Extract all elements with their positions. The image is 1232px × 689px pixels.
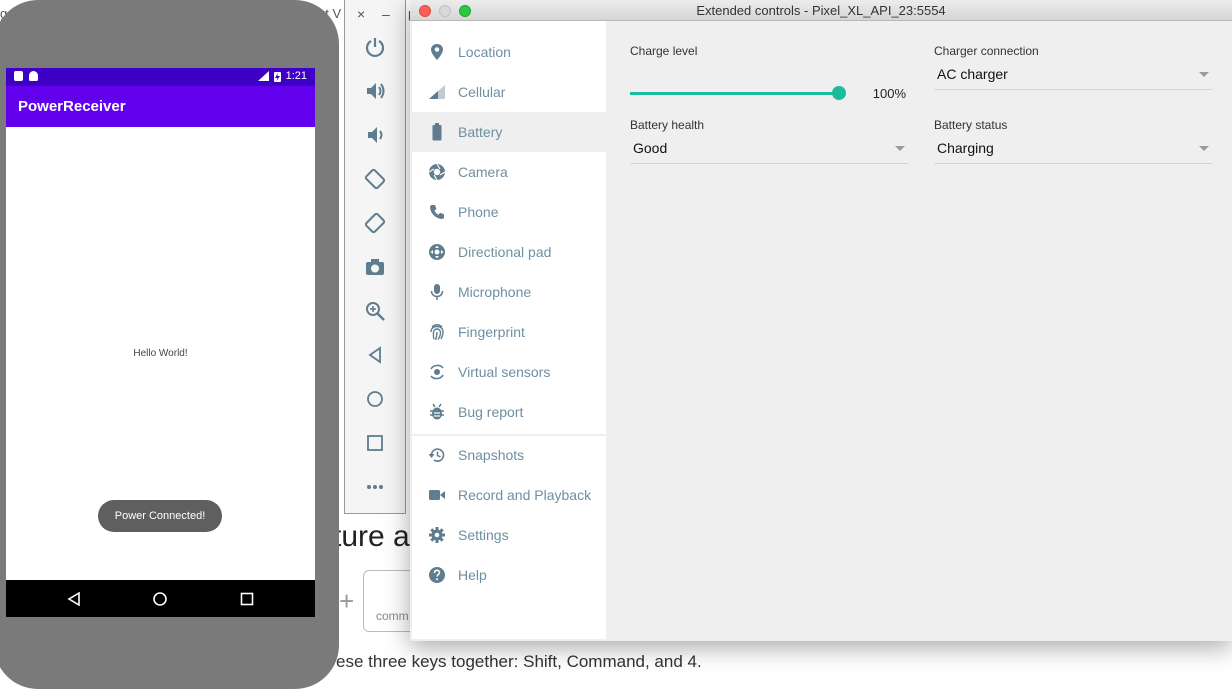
sidebar-item-label: Directional pad — [458, 244, 552, 260]
chevron-down-icon — [1199, 72, 1209, 77]
help-icon — [428, 566, 446, 584]
sidebar-item-phone[interactable]: Phone — [412, 192, 606, 232]
sidebar-item-snapshots[interactable]: Snapshots — [412, 435, 606, 475]
fingerprint-icon — [428, 323, 446, 341]
slider-thumb[interactable] — [832, 86, 846, 100]
background-instruction-fragment: ese three keys together: Shift, Command,… — [336, 652, 702, 671]
close-emulator-button[interactable]: × — [357, 6, 365, 22]
video-camera-icon — [428, 486, 446, 504]
background-keycap-label: comm — [376, 609, 409, 623]
sidebar-item-label: Record and Playback — [458, 487, 592, 503]
battery-health-value: Good — [633, 140, 668, 156]
power-icon[interactable] — [361, 33, 389, 61]
phone-icon — [428, 203, 446, 221]
gear-icon — [428, 526, 446, 544]
sidebar-item-label: Help — [458, 567, 487, 583]
nav-back-icon[interactable] — [64, 589, 84, 609]
dropdown-underline — [934, 163, 1212, 164]
sidebar-item-settings[interactable]: Settings — [412, 515, 606, 555]
sidebar-item-battery[interactable]: Battery — [412, 112, 606, 152]
camera-icon[interactable] — [361, 253, 389, 281]
sidebar-item-label: Location — [458, 44, 511, 60]
minimize-emulator-button[interactable]: – — [382, 6, 390, 22]
more-icon[interactable] — [361, 473, 389, 501]
sidebar-item-fingerprint[interactable]: Fingerprint — [412, 312, 606, 352]
rotate-left-icon[interactable] — [361, 165, 389, 193]
status-bar: 1:21 — [6, 68, 315, 86]
navigation-bar — [6, 580, 315, 617]
sidebar-item-bug-report[interactable]: Bug report — [412, 392, 606, 432]
sidebar-item-record-and-playback[interactable]: Record and Playback — [412, 475, 606, 515]
sidebar-item-label: Fingerprint — [458, 324, 525, 340]
location-pin-icon — [428, 43, 446, 61]
app-title: PowerReceiver — [6, 86, 315, 127]
battery-status-value: Charging — [937, 140, 994, 156]
dpad-icon — [428, 243, 446, 261]
sd-card-icon — [14, 71, 23, 81]
status-time: 1:21 — [285, 70, 307, 82]
minimize-window-button[interactable] — [439, 5, 451, 17]
battery-panel: Charge level 100% Charger connection AC … — [606, 21, 1232, 641]
microphone-icon — [428, 283, 446, 301]
sidebar-item-label: Microphone — [458, 284, 532, 300]
close-window-button[interactable] — [419, 5, 431, 17]
sidebar-item-cellular[interactable]: Cellular — [412, 72, 606, 112]
sidebar-item-virtual-sensors[interactable]: Virtual sensors — [412, 352, 606, 392]
slider-track[interactable] — [630, 92, 844, 95]
sidebar-item-label: Camera — [458, 164, 508, 180]
overview-icon[interactable] — [361, 429, 389, 457]
battery-status-label: Battery status — [934, 118, 1008, 132]
sidebar-item-label: Bug report — [458, 404, 524, 420]
home-icon[interactable] — [361, 385, 389, 413]
charger-connection-value: AC charger — [937, 66, 1008, 82]
background-plus-sign: + — [339, 586, 355, 616]
sidebar-item-location[interactable]: Location — [412, 32, 606, 72]
charge-level-label: Charge level — [630, 44, 698, 58]
emulator-device-frame: 1:21 PowerReceiver Hello World! Power Co… — [0, 0, 339, 689]
nav-overview-icon[interactable] — [237, 589, 257, 609]
chevron-down-icon — [895, 146, 905, 151]
emulator-toolbar: × – — [344, 0, 406, 514]
window-title: Extended controls - Pixel_XL_API_23:5554 — [696, 3, 946, 18]
zoom-icon[interactable] — [361, 297, 389, 325]
dropdown-underline — [934, 89, 1212, 90]
extended-controls-window: Extended controls - Pixel_XL_API_23:5554… — [410, 0, 1232, 641]
charger-connection-label: Charger connection — [934, 44, 1039, 58]
bug-icon — [428, 403, 446, 421]
battery-charging-icon — [273, 71, 281, 82]
sidebar-item-label: Battery — [458, 124, 503, 140]
zoom-window-button[interactable] — [459, 5, 471, 17]
toast-message: Power Connected! — [98, 500, 222, 532]
sidebar-item-label: Cellular — [458, 84, 506, 100]
hello-world-text: Hello World! — [133, 348, 188, 359]
camera-aperture-icon — [428, 163, 446, 181]
history-icon — [428, 446, 446, 464]
charge-level-value: 100% — [872, 86, 906, 101]
volume-up-icon[interactable] — [361, 77, 389, 105]
battery-icon — [428, 123, 446, 141]
back-icon[interactable] — [361, 341, 389, 369]
battery-health-label: Battery health — [630, 118, 705, 132]
background-heading-fragment: ture a — [333, 520, 410, 553]
sidebar-item-label: Settings — [458, 527, 509, 543]
sidebar-item-directional-pad[interactable]: Directional pad — [412, 232, 606, 272]
sidebar-item-label: Snapshots — [458, 447, 525, 463]
signal-icon — [257, 71, 269, 81]
sidebar-item-label: Phone — [458, 204, 499, 220]
sidebar-item-label: Virtual sensors — [458, 364, 551, 380]
android-icon — [29, 71, 38, 81]
virtual-sensors-icon — [428, 363, 446, 381]
cellular-signal-icon — [428, 83, 446, 101]
volume-down-icon[interactable] — [361, 121, 389, 149]
dropdown-underline — [630, 163, 908, 164]
window-titlebar: Extended controls - Pixel_XL_API_23:5554 — [410, 0, 1232, 21]
sidebar-item-help[interactable]: Help — [412, 555, 606, 595]
sidebar-item-microphone[interactable]: Microphone — [412, 272, 606, 312]
device-screen[interactable]: 1:21 PowerReceiver Hello World! Power Co… — [6, 68, 315, 617]
chevron-down-icon — [1199, 146, 1209, 151]
nav-home-icon[interactable] — [150, 589, 170, 609]
rotate-right-icon[interactable] — [361, 209, 389, 237]
sidebar-item-camera[interactable]: Camera — [412, 152, 606, 192]
sidebar: Location Cellular Battery Camera Phone D… — [412, 21, 606, 639]
